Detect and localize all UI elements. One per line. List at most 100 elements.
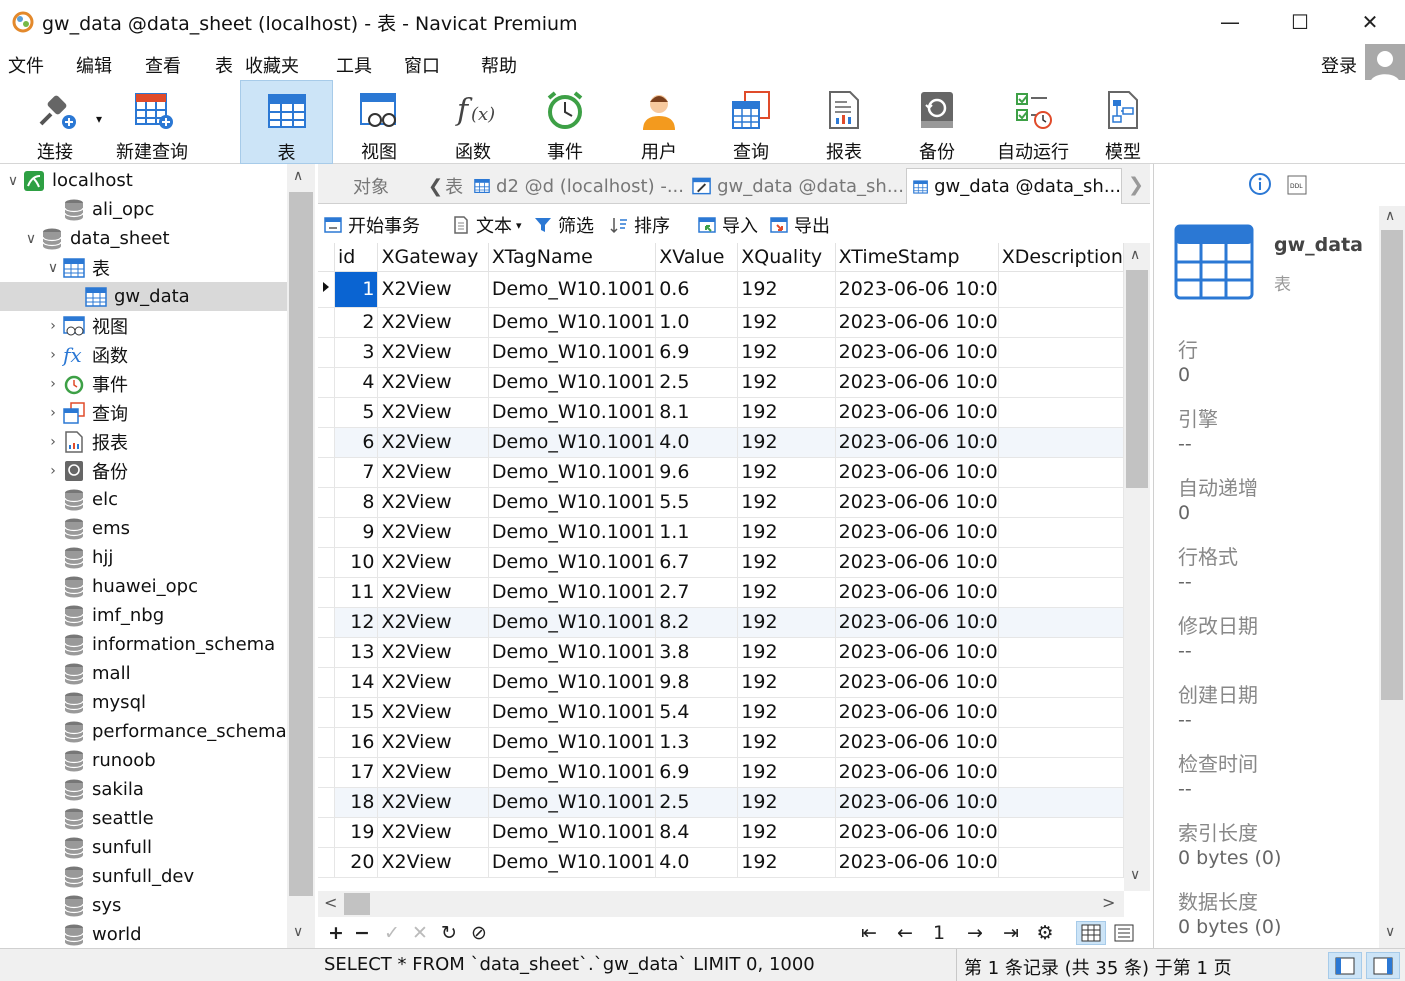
current-row-indicator-icon[interactable] [318, 271, 335, 308]
tab-gw-data-design[interactable]: gw_data @data_sh... [686, 168, 904, 204]
chevron-right-icon[interactable]: › [44, 463, 62, 479]
tree-item-performance-schema[interactable]: performance_schema [44, 717, 287, 746]
tree-item-sunfull-dev[interactable]: sunfull_dev [44, 862, 194, 891]
grid-horizontal-thumb[interactable] [344, 893, 370, 915]
cell-xtimestamp[interactable]: 2023-06-06 10:0 [835, 487, 999, 518]
chevron-down-icon[interactable]: ∨ [4, 173, 22, 189]
cell-xtagname[interactable]: Demo_W10.1001 [488, 517, 657, 548]
cell-xgateway[interactable]: X2View [377, 307, 489, 338]
cell-id[interactable]: 15 [334, 697, 379, 728]
grid-view-icon[interactable] [1076, 921, 1106, 945]
tab-partial[interactable]: ❮ 表 [422, 168, 464, 204]
cell-xgateway[interactable]: X2View [377, 397, 489, 428]
cell-xquality[interactable]: 192 [737, 457, 836, 488]
table-row[interactable]: 11 X2View Demo_W10.1001 2.7 192 2023-06-06 10… [318, 577, 1124, 608]
tree-item-ali-opc[interactable]: ali_opc [44, 195, 154, 224]
cell-xvalue[interactable]: 9.8 [655, 667, 739, 698]
info-scrollbar-thumb[interactable] [1381, 230, 1403, 700]
next-page-icon[interactable]: → [964, 921, 986, 945]
cell-xtagname[interactable]: Demo_W10.1001 [488, 307, 657, 338]
cell-xdescription[interactable] [998, 487, 1124, 518]
add-record-icon[interactable]: + [326, 921, 346, 945]
apply-check-icon[interactable]: ✓ [382, 921, 402, 945]
avatar[interactable] [1365, 44, 1405, 84]
cell-xquality[interactable]: 192 [737, 517, 836, 548]
tree-item-huawei-opc[interactable]: huawei_opc [44, 572, 198, 601]
cell-id[interactable]: 19 [334, 817, 379, 848]
table-row[interactable]: 8 X2View Demo_W10.1001 5.5 192 2023-06-06 10:… [318, 487, 1124, 518]
cell-xtimestamp[interactable]: 2023-06-06 10:0 [835, 337, 999, 368]
scroll-left-icon[interactable]: < [324, 893, 337, 912]
toolbar-automation-button[interactable]: 自动运行 [990, 80, 1076, 164]
scroll-up-icon[interactable]: ∧ [1130, 247, 1140, 263]
cell-xquality[interactable]: 192 [737, 367, 836, 398]
dropdown-arrow-icon[interactable]: ▾ [516, 219, 522, 232]
toolbar-table-button[interactable]: 表 [240, 80, 333, 164]
cell-id[interactable]: 16 [334, 727, 379, 758]
tab-objects[interactable]: 对象 [318, 168, 418, 204]
row-header[interactable] [318, 757, 335, 788]
cell-xtimestamp[interactable]: 2023-06-06 10:0 [835, 667, 999, 698]
tree-item-mall[interactable]: mall [44, 659, 131, 688]
table-row[interactable]: 17 X2View Demo_W10.1001 6.9 192 2023-06-06 10… [318, 757, 1124, 788]
row-header[interactable] [318, 577, 335, 608]
menu-window[interactable]: 窗口 [404, 52, 440, 78]
cell-xvalue[interactable]: 1.0 [655, 307, 739, 338]
row-header[interactable] [318, 787, 335, 818]
table-row[interactable]: 6 X2View Demo_W10.1001 4.0 192 2023-06-06 10:… [318, 427, 1124, 458]
toggle-left-panel-icon[interactable] [1328, 952, 1362, 979]
cell-xtagname[interactable]: Demo_W10.1001 [488, 487, 657, 518]
cell-xdescription[interactable] [998, 757, 1124, 788]
cell-id[interactable]: 11 [334, 577, 379, 608]
tree-item-sunfull[interactable]: sunfull [44, 833, 152, 862]
cell-xvalue[interactable]: 4.0 [655, 847, 739, 878]
column-header[interactable]: XQuality [737, 243, 836, 272]
cell-id[interactable]: 9 [334, 517, 379, 548]
toolbar-event-button[interactable]: 事件 [526, 80, 604, 164]
delete-record-icon[interactable]: − [352, 921, 372, 945]
info-icon[interactable] [1248, 172, 1272, 201]
tree-item-reports-folder[interactable]: › 报表 [44, 427, 128, 456]
table-row[interactable]: 20 X2View Demo_W10.1001 4.0 192 2023-06-06 10… [318, 847, 1124, 878]
cell-xvalue[interactable]: 8.1 [655, 397, 739, 428]
column-header[interactable]: XTagName [488, 243, 657, 272]
sort-button[interactable]: 排序 [608, 212, 670, 238]
menu-help[interactable]: 帮助 [481, 52, 517, 78]
table-row[interactable]: 2 X2View Demo_W10.1001 1.0 192 2023-06-06 10:… [318, 307, 1124, 338]
cell-xtagname[interactable]: Demo_W10.1001 [488, 847, 657, 878]
tab-d2-query[interactable]: d2 @d (localhost) -... [468, 168, 684, 204]
tree-item-elc[interactable]: elc [44, 485, 118, 514]
cell-xquality[interactable]: 192 [737, 307, 836, 338]
cell-xgateway[interactable]: X2View [377, 577, 489, 608]
cell-xvalue[interactable]: 4.0 [655, 427, 739, 458]
tree-item-data-sheet[interactable]: ∨ data_sheet [22, 224, 170, 253]
cell-id[interactable]: 1 [334, 271, 379, 308]
menu-file[interactable]: 文件 [8, 52, 44, 78]
tree-item-sakila[interactable]: sakila [44, 775, 144, 804]
scroll-down-icon[interactable]: ∨ [1385, 924, 1395, 940]
cell-xquality[interactable]: 192 [737, 427, 836, 458]
cell-xtimestamp[interactable]: 2023-06-06 10:0 [835, 727, 999, 758]
cell-xgateway[interactable]: X2View [377, 727, 489, 758]
table-row[interactable]: 5 X2View Demo_W10.1001 8.1 192 2023-06-06 10:… [318, 397, 1124, 428]
grid-horizontal-scrollbar[interactable]: < > [318, 891, 1124, 917]
cell-xvalue[interactable]: 2.5 [655, 367, 739, 398]
cell-xdescription[interactable] [998, 667, 1124, 698]
cell-xquality[interactable]: 192 [737, 337, 836, 368]
table-row[interactable]: 15 X2View Demo_W10.1001 5.4 192 2023-06-06 10… [318, 697, 1124, 728]
cell-xgateway[interactable]: X2View [377, 517, 489, 548]
chevron-left-icon[interactable]: ❮ [428, 176, 443, 197]
tree-item-information-schema[interactable]: information_schema [44, 630, 275, 659]
cell-xgateway[interactable]: X2View [377, 337, 489, 368]
toolbar-function-button[interactable]: f (x) 函数 [434, 80, 512, 164]
connection-button[interactable]: 连接 [18, 80, 92, 164]
cell-xtagname[interactable]: Demo_W10.1001 [488, 427, 657, 458]
chevron-down-icon[interactable]: ∨ [44, 260, 62, 276]
tree-item-ems[interactable]: ems [44, 514, 130, 543]
scroll-down-icon[interactable]: ∨ [1130, 867, 1140, 883]
cell-xvalue[interactable]: 8.4 [655, 817, 739, 848]
import-button[interactable]: 导入 [696, 212, 758, 238]
row-header[interactable] [318, 667, 335, 698]
cell-xvalue[interactable]: 2.7 [655, 577, 739, 608]
toolbar-user-button[interactable]: 用户 [620, 80, 698, 164]
